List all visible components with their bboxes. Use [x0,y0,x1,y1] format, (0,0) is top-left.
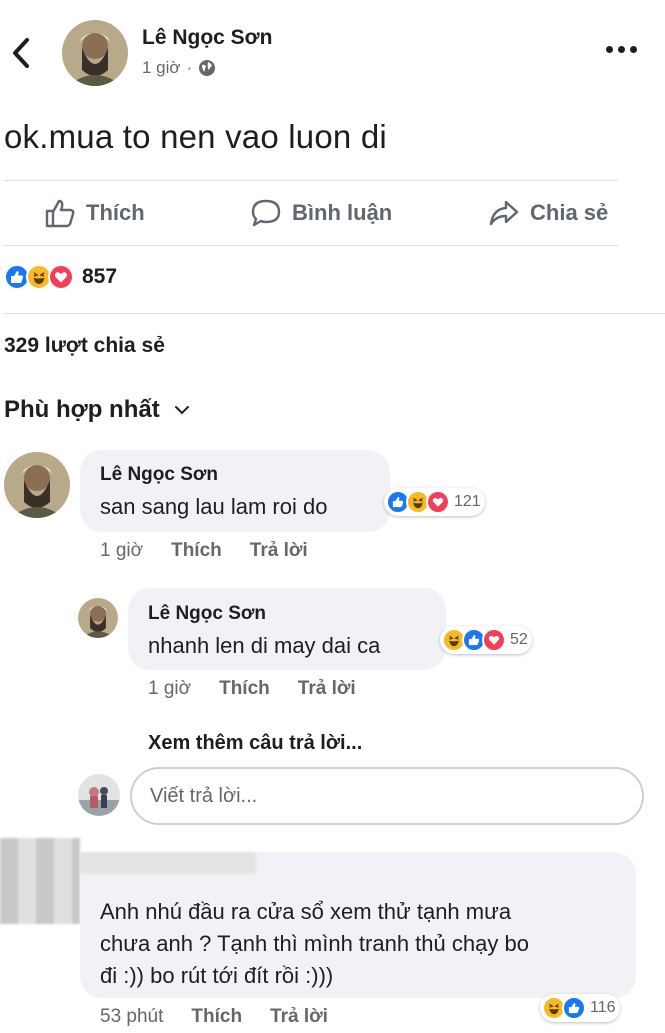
divider [4,180,618,181]
sort-label: Phù hợp nhất [4,396,160,423]
comment-reaction-count: 116 [590,999,616,1016]
comment-like-button[interactable]: Thích [171,540,222,562]
comment-reply-button[interactable]: Trả lời [270,1006,328,1028]
comment-like-button[interactable]: Thích [191,1006,242,1028]
share-arrow-icon [489,200,519,226]
divider [4,245,618,246]
reply-reactions[interactable]: 52 [440,626,532,654]
speech-bubble-icon [251,199,281,227]
reply-like-button[interactable]: Thích [219,678,270,700]
back-button[interactable] [8,36,36,70]
reply-input[interactable]: Viết trả lời... [130,767,644,825]
comment-author[interactable]: Lê Ngọc Sơn [100,464,218,486]
more-options-button[interactable] [606,42,640,56]
love-reaction-icon [482,628,506,652]
reply-reply-button[interactable]: Trả lời [298,678,356,700]
comment-time[interactable]: 1 giờ [100,540,143,562]
blurred-author-name[interactable] [80,852,256,874]
like-button[interactable]: Thích [44,182,145,244]
comment-avatar[interactable] [4,452,70,518]
comment-text-line: đi :)) bo rút tới đít rồi :))) [100,963,334,988]
comment-text-line: chưa anh ? Tạnh thì mình tranh thủ chạy … [100,931,529,956]
comment-time[interactable]: 53 phút [100,1006,163,1028]
reply-bubble: Lê Ngọc Sơn nhanh len di may dai ca [128,588,446,670]
post-time[interactable]: 1 giờ [142,58,181,78]
love-reaction-icon [426,490,450,514]
post-reactions-summary[interactable]: 857 [4,264,117,290]
comment-bubble: Lê Ngọc Sơn san sang lau lam roi do [80,450,390,532]
comment-label: Bình luận [292,200,393,225]
reply-author[interactable]: Lê Ngọc Sơn [148,603,266,625]
comment-reaction-count: 121 [454,493,481,510]
comment-text: Anh nhú đầu ra cửa sổ xem thử tạnh mưa c… [100,896,529,992]
comment-button[interactable]: Bình luận [250,182,392,244]
reply-meta: 1 giờ Thích Trả lời [148,678,356,700]
reply-avatar[interactable] [78,598,118,638]
post-text: ok.mua to nen vao luon di [4,118,387,155]
reply-reaction-count: 52 [510,631,528,648]
like-reaction-icon [562,996,586,1020]
chevron-left-icon [13,38,29,68]
post-meta: 1 giờ · [142,58,216,78]
reply-input-placeholder: Viết trả lời... [150,784,258,807]
globe-icon [199,60,216,76]
post-action-bar: Thích Bình luận Chia sẻ [0,182,665,244]
like-label: Thích [86,200,145,225]
comment-reactions[interactable]: 116 [540,994,620,1022]
chevron-down-icon [174,406,189,415]
shares-count[interactable]: 329 lượt chia sẻ [4,334,165,358]
reply-text: nhanh len di may dai ca [148,633,381,658]
divider [4,313,665,314]
meta-separator: · [186,58,193,77]
reaction-count: 857 [82,265,118,288]
blurred-avatar[interactable] [0,838,80,924]
comment-reply-button[interactable]: Trả lời [250,540,308,562]
more-dot [630,45,637,53]
thumbs-up-icon [45,199,75,228]
comment-reactions[interactable]: 121 [384,488,485,516]
comment-sort-dropdown[interactable]: Phù hợp nhất [4,396,190,424]
more-dot [618,45,625,53]
more-horizontal-icon [606,45,613,53]
comment-meta: 1 giờ Thích Trả lời [100,540,308,562]
author-avatar[interactable] [62,20,128,86]
see-more-replies-link[interactable]: Xem thêm câu trả lời... [148,732,362,755]
comment-text: san sang lau lam roi do [100,494,328,519]
comment-text-line: Anh nhú đầu ra cửa sổ xem thử tạnh mưa [100,899,512,924]
love-reaction-icon [48,264,74,290]
comment-meta: 53 phút Thích Trả lời [100,1006,328,1028]
share-button[interactable]: Chia sẻ [488,182,608,244]
share-label: Chia sẻ [530,200,609,225]
reply-time[interactable]: 1 giờ [148,678,191,700]
post-author-name[interactable]: Lê Ngọc Sơn [142,26,272,50]
current-user-avatar [78,774,120,816]
comment-bubble: Anh nhú đầu ra cửa sổ xem thử tạnh mưa c… [80,852,636,998]
